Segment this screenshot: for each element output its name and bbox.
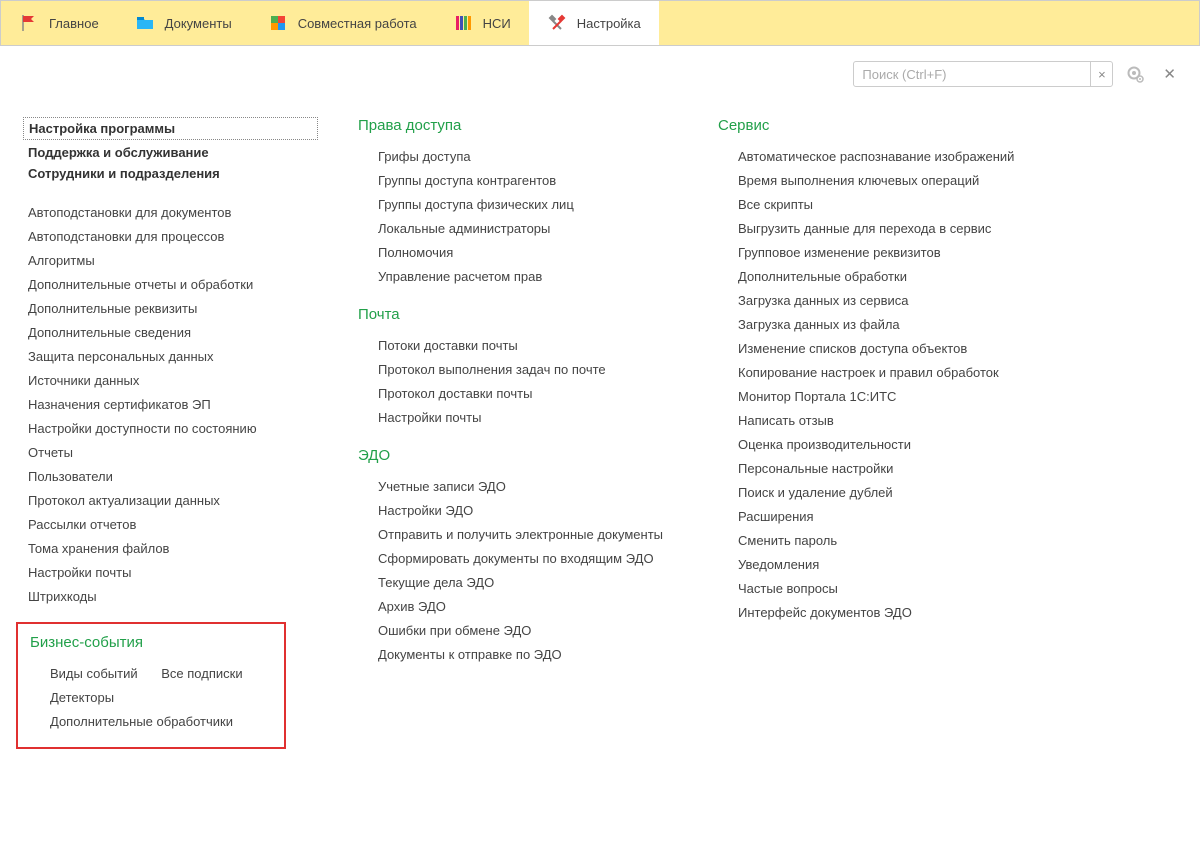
column-1: Настройка программы Поддержка и обслужив…	[28, 117, 318, 749]
list-item[interactable]: Поиск и удаление дублей	[718, 480, 1058, 504]
tab-label: НСИ	[483, 16, 511, 31]
list-item[interactable]: Локальные администраторы	[358, 216, 678, 240]
list-item[interactable]: Источники данных	[28, 368, 318, 392]
list-item[interactable]: Сменить пароль	[718, 528, 1058, 552]
list-item[interactable]: Протокол актуализации данных	[28, 488, 318, 512]
list-item[interactable]: Текущие дела ЭДО	[358, 570, 678, 594]
list-item[interactable]: Изменение списков доступа объектов	[718, 336, 1058, 360]
tab-collaboration[interactable]: Совместная работа	[250, 1, 435, 45]
list-item[interactable]: Потоки доставки почты	[358, 333, 678, 357]
list-item[interactable]: Группы доступа физических лиц	[358, 192, 678, 216]
list-item[interactable]: Документы к отправке по ЭДО	[358, 642, 678, 666]
column-2: Права доступа Грифы доступа Группы досту…	[358, 117, 678, 749]
business-events-highlight: Бизнес-события Виды событий Все подписки…	[16, 622, 286, 749]
search-input[interactable]	[854, 67, 1090, 82]
list-item[interactable]: Отправить и получить электронные докумен…	[358, 522, 678, 546]
list-item[interactable]: Уведомления	[718, 552, 1058, 576]
support-link[interactable]: Поддержка и обслуживание	[28, 142, 318, 163]
toolbar: × ✕	[0, 46, 1200, 87]
list-item[interactable]: Алгоритмы	[28, 248, 318, 272]
tab-label: Настройка	[577, 16, 641, 31]
search-clear-button[interactable]: ×	[1090, 62, 1112, 86]
list-item[interactable]: Дополнительные обработчики	[30, 709, 233, 733]
list-item[interactable]: Монитор Портала 1С:ИТС	[718, 384, 1058, 408]
list-item[interactable]: Детекторы	[30, 685, 114, 709]
tab-documents[interactable]: Документы	[117, 1, 250, 45]
tab-label: Документы	[165, 16, 232, 31]
column-3: Сервис Автоматическое распознавание изоб…	[718, 117, 1058, 749]
gear-icon[interactable]	[1121, 64, 1149, 84]
list-item[interactable]: Время выполнения ключевых операций	[718, 168, 1058, 192]
list-item[interactable]: Ошибки при обмене ЭДО	[358, 618, 678, 642]
list-item[interactable]: Настройки ЭДО	[358, 498, 678, 522]
list-item[interactable]: Группы доступа контрагентов	[358, 168, 678, 192]
list-item[interactable]: Пользователи	[28, 464, 318, 488]
folder-icon	[135, 13, 155, 33]
list-item[interactable]: Дополнительные отчеты и обработки	[28, 272, 318, 296]
top-navigation: Главное Документы Совместная работа НСИ …	[0, 0, 1200, 46]
list-item[interactable]: Выгрузить данные для перехода в сервис	[718, 216, 1058, 240]
list-item[interactable]: Отчеты	[28, 440, 318, 464]
list-item[interactable]: Все подписки	[141, 661, 242, 685]
list-item[interactable]: Загрузка данных из сервиса	[718, 288, 1058, 312]
list-item[interactable]: Учетные записи ЭДО	[358, 474, 678, 498]
list-item[interactable]: Интерфейс документов ЭДО	[718, 600, 1058, 624]
list-item[interactable]: Автоматическое распознавание изображений	[718, 144, 1058, 168]
list-item[interactable]: Загрузка данных из файла	[718, 312, 1058, 336]
search-field-wrap: ×	[853, 61, 1113, 87]
list-item[interactable]: Дополнительные реквизиты	[28, 296, 318, 320]
list-item[interactable]: Копирование настроек и правил обработок	[718, 360, 1058, 384]
list-item[interactable]: Защита персональных данных	[28, 344, 318, 368]
list-item[interactable]: Сформировать документы по входящим ЭДО	[358, 546, 678, 570]
section-heading: Бизнес-события	[30, 634, 272, 651]
flag-icon	[19, 13, 39, 33]
list-item[interactable]: Полномочия	[358, 240, 678, 264]
list-item[interactable]: Назначения сертификатов ЭП	[28, 392, 318, 416]
tab-label: Главное	[49, 16, 99, 31]
list-item[interactable]: Штрихкоды	[28, 584, 318, 608]
list-item[interactable]: Тома хранения файлов	[28, 536, 318, 560]
books-icon	[453, 13, 473, 33]
list-item[interactable]: Протокол выполнения задач по почте	[358, 357, 678, 381]
list-item[interactable]: Архив ЭДО	[358, 594, 678, 618]
puzzle-icon	[268, 13, 288, 33]
tools-icon	[547, 13, 567, 33]
list-item[interactable]: Расширения	[718, 504, 1058, 528]
tab-nsi[interactable]: НСИ	[435, 1, 529, 45]
list-item[interactable]: Дополнительные сведения	[28, 320, 318, 344]
list-item[interactable]: Автоподстановки для документов	[28, 200, 318, 224]
close-panel-button[interactable]: ✕	[1157, 65, 1182, 83]
list-item[interactable]: Протокол доставки почты	[358, 381, 678, 405]
list-item[interactable]: Оценка производительности	[718, 432, 1058, 456]
list-item[interactable]: Персональные настройки	[718, 456, 1058, 480]
list-item[interactable]: Автоподстановки для процессов	[28, 224, 318, 248]
list-item[interactable]: Настройки почты	[28, 560, 318, 584]
list-item[interactable]: Управление расчетом прав	[358, 264, 678, 288]
list-item[interactable]: Написать отзыв	[718, 408, 1058, 432]
list-item[interactable]: Виды событий	[30, 661, 138, 685]
program-settings-link[interactable]: Настройка программы	[23, 117, 318, 140]
tab-main[interactable]: Главное	[1, 1, 117, 45]
section-heading: Сервис	[718, 117, 1058, 134]
list-item[interactable]: Все скрипты	[718, 192, 1058, 216]
list-item[interactable]: Частые вопросы	[718, 576, 1058, 600]
employees-link[interactable]: Сотрудники и подразделения	[28, 163, 318, 184]
list-item[interactable]: Настройки почты	[358, 405, 678, 429]
list-item[interactable]: Грифы доступа	[358, 144, 678, 168]
section-heading: Почта	[358, 306, 678, 323]
list-item[interactable]: Рассылки отчетов	[28, 512, 318, 536]
section-heading: ЭДО	[358, 447, 678, 464]
tab-label: Совместная работа	[298, 16, 417, 31]
list-item[interactable]: Дополнительные обработки	[718, 264, 1058, 288]
content-area: Настройка программы Поддержка и обслужив…	[0, 87, 1200, 769]
list-item[interactable]: Настройки доступности по состоянию	[28, 416, 318, 440]
list-item[interactable]: Групповое изменение реквизитов	[718, 240, 1058, 264]
tab-settings[interactable]: Настройка	[529, 1, 659, 45]
section-heading: Права доступа	[358, 117, 678, 134]
